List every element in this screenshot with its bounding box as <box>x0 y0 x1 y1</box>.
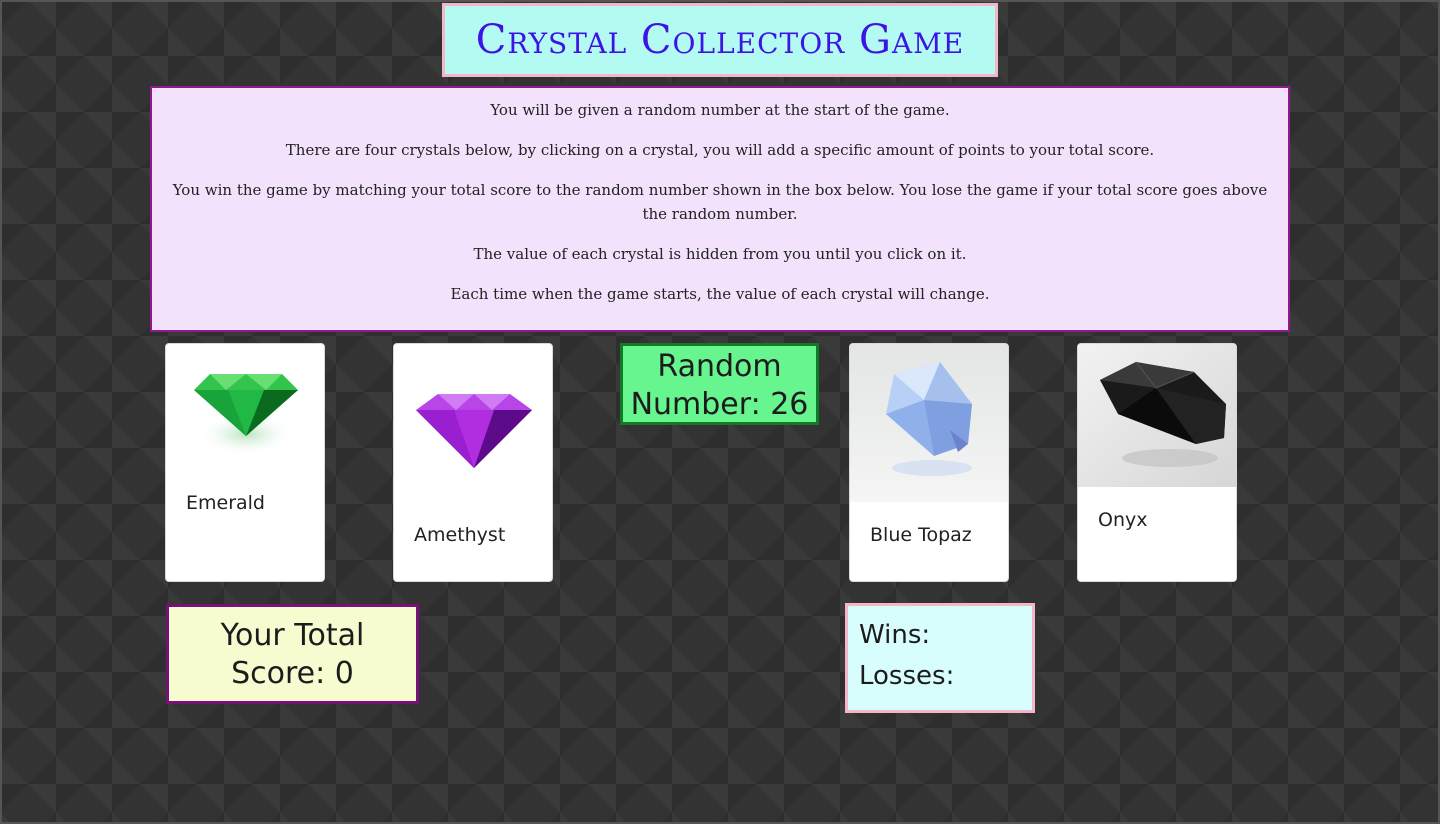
emerald-icon[interactable] <box>166 344 325 474</box>
wins-losses-box: Wins: Losses: <box>845 603 1035 713</box>
instruction-line: Each time when the game starts, the valu… <box>450 285 990 303</box>
crystal-label: Onyx <box>1098 509 1148 531</box>
title-banner: Crystal Collector Game <box>442 3 998 77</box>
instruction-line: You will be given a random number at the… <box>490 101 950 119</box>
losses-label: Losses: <box>859 661 955 691</box>
random-number-label: Random Number: <box>630 349 782 422</box>
amethyst-icon[interactable] <box>394 344 553 504</box>
onyx-icon[interactable] <box>1078 344 1237 487</box>
crystal-card-onyx[interactable]: Onyx <box>1077 343 1237 582</box>
crystal-card-amethyst[interactable]: Amethyst <box>393 343 553 582</box>
instruction-line: There are four crystals below, by clicki… <box>285 141 1155 159</box>
blue-topaz-icon[interactable] <box>850 344 1009 502</box>
instruction-line: The value of each crystal is hidden from… <box>473 245 967 263</box>
total-score-box: Your Total Score: 0 <box>166 604 419 704</box>
crystal-label: Amethyst <box>414 524 506 546</box>
crystal-card-emerald[interactable]: Emerald <box>165 343 325 582</box>
crystal-label: Blue Topaz <box>870 524 972 546</box>
random-number-value: 26 <box>770 387 809 422</box>
wins-label: Wins: <box>859 620 931 650</box>
random-number-box: Random Number: 26 <box>620 343 819 425</box>
crystal-label: Emerald <box>186 492 265 514</box>
total-score-value: 0 <box>334 656 354 691</box>
instruction-line: You win the game by matching your total … <box>172 181 1268 223</box>
crystal-card-blue-topaz[interactable]: Blue Topaz <box>849 343 1009 582</box>
page-title: Crystal Collector Game <box>475 17 965 63</box>
instructions-panel: You will be given a random number at the… <box>150 86 1290 332</box>
